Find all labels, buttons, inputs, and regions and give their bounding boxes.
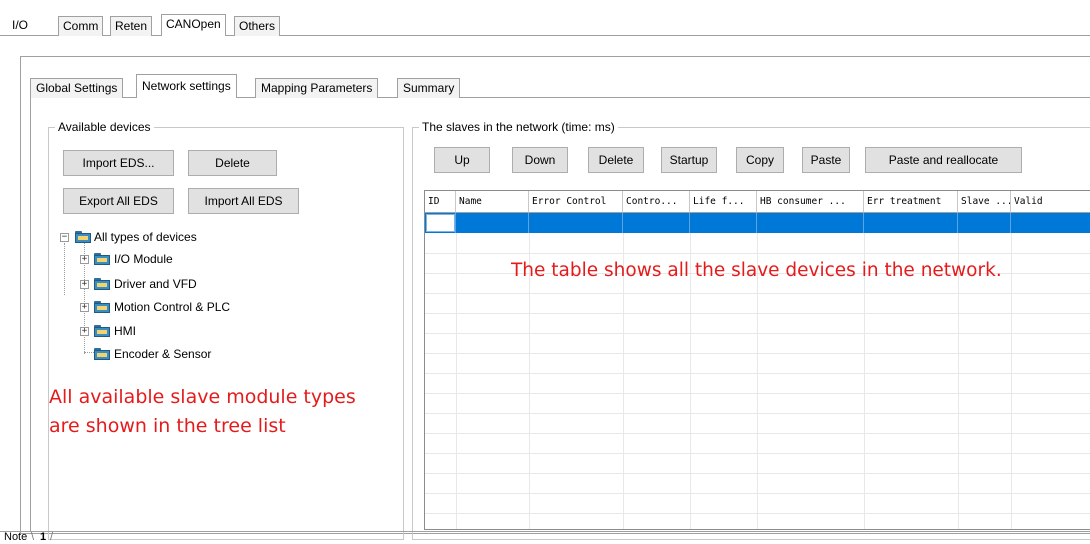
down-button[interactable]: Down <box>512 147 568 173</box>
expand-icon[interactable]: + <box>80 255 89 264</box>
folder-icon <box>94 278 110 290</box>
tree-node-label: I/O Module <box>114 252 173 266</box>
tab-note[interactable]: Note <box>4 531 27 544</box>
table-annotation: The table shows all the slave devices in… <box>511 260 1002 281</box>
delete-slave-label: Delete <box>598 153 634 167</box>
table-cell[interactable] <box>623 213 690 233</box>
up-button[interactable]: Up <box>434 147 490 173</box>
top-tab-strip: I/O Comm Reten CANOpen Others <box>0 14 1090 36</box>
delete-eds-button[interactable]: Delete <box>188 150 277 176</box>
import-eds-button[interactable]: Import EDS... <box>63 150 174 176</box>
paste-reallocate-label: Paste and reallocate <box>888 153 999 167</box>
tab-separator: \ <box>31 531 35 543</box>
tab-network-settings[interactable]: Network settings <box>136 74 237 98</box>
import-eds-label: Import EDS... <box>82 156 155 170</box>
collapse-icon[interactable]: − <box>60 233 69 242</box>
folder-icon <box>94 253 110 265</box>
tree-annotation-line1: All available slave module types <box>49 386 356 408</box>
table-cell[interactable] <box>425 213 456 233</box>
table-cell[interactable] <box>456 213 529 233</box>
grid-column-line <box>1011 233 1012 529</box>
tree-node-label: Motion Control & PLC <box>114 300 231 314</box>
tab-separator: / <box>50 531 54 543</box>
import-all-eds-label: Import All EDS <box>204 194 283 208</box>
paste-label: Paste <box>810 153 842 167</box>
startup-label: Startup <box>669 153 709 167</box>
column-header-id[interactable]: ID <box>425 191 456 213</box>
column-header-valid[interactable]: Valid <box>1011 191 1090 213</box>
delete-slave-button[interactable]: Delete <box>588 147 644 173</box>
folder-icon <box>94 301 110 313</box>
tab-summary[interactable]: Summary <box>397 78 461 98</box>
column-header-control[interactable]: Contro... <box>623 191 690 213</box>
export-all-eds-label: Export All EDS <box>79 194 158 208</box>
tab-mapping-parameters[interactable]: Mapping Parameters <box>255 78 379 98</box>
folder-icon <box>75 231 91 243</box>
tree-node-label: All types of devices <box>94 230 197 244</box>
available-devices-legend: Available devices <box>58 120 151 134</box>
tree-node-label: Driver and VFD <box>114 277 197 291</box>
expand-icon[interactable]: + <box>80 280 89 289</box>
tab-comm[interactable]: Comm <box>58 16 104 36</box>
copy-button[interactable]: Copy <box>736 147 784 173</box>
table-header: ID Name Error Control Contro... Life f..… <box>425 191 1090 213</box>
export-all-eds-button[interactable]: Export All EDS <box>63 188 174 214</box>
down-label: Down <box>524 153 556 167</box>
tree-connector <box>64 243 65 295</box>
tab-canopen[interactable]: CANOpen <box>161 14 226 36</box>
column-header-hb-consumer[interactable]: HB consumer ... <box>757 191 864 213</box>
tab-global-settings[interactable]: Global Settings <box>30 78 124 98</box>
slave-table[interactable]: ID Name Error Control Contro... Life f..… <box>424 190 1090 530</box>
startup-button[interactable]: Startup <box>661 147 717 173</box>
column-header-err-treatment[interactable]: Err treatment <box>864 191 958 213</box>
folder-icon <box>94 348 110 360</box>
table-cell[interactable] <box>757 213 864 233</box>
column-header-error-control[interactable]: Error Control <box>529 191 623 213</box>
table-cell[interactable] <box>529 213 623 233</box>
table-cell[interactable] <box>690 213 757 233</box>
folder-icon <box>94 325 110 337</box>
column-header-name[interactable]: Name <box>456 191 529 213</box>
tree-node-label: HMI <box>114 324 136 338</box>
up-label: Up <box>454 153 470 167</box>
tab-io[interactable]: I/O <box>8 16 32 36</box>
table-cell[interactable] <box>958 213 1011 233</box>
tab-sheet-1[interactable]: 1 <box>40 531 46 544</box>
tab-others[interactable]: Others <box>234 16 281 36</box>
tab-reten[interactable]: Reten <box>110 16 153 36</box>
tree-node-label: Encoder & Sensor <box>114 347 212 361</box>
expand-icon[interactable]: + <box>80 303 89 312</box>
bottom-tab-strip: Note \ 1 / <box>0 531 1090 543</box>
paste-button[interactable]: Paste <box>802 147 850 173</box>
delete-eds-label: Delete <box>215 156 250 170</box>
paste-reallocate-button[interactable]: Paste and reallocate <box>865 147 1022 173</box>
slaves-network-legend: The slaves in the network (time: ms) <box>422 120 615 134</box>
sub-tab-strip: Global Settings Network settings Mapping… <box>30 74 1090 98</box>
tree-annotation-line2: are shown in the tree list <box>49 415 286 437</box>
expand-icon[interactable]: + <box>80 327 89 336</box>
column-header-slave[interactable]: Slave ... <box>958 191 1011 213</box>
import-all-eds-button[interactable]: Import All EDS <box>188 188 299 214</box>
copy-label: Copy <box>745 153 774 167</box>
table-cell[interactable] <box>864 213 958 233</box>
column-header-life-factor[interactable]: Life f... <box>690 191 757 213</box>
grid-column-line <box>456 233 457 529</box>
table-row-selected[interactable] <box>425 213 1090 233</box>
